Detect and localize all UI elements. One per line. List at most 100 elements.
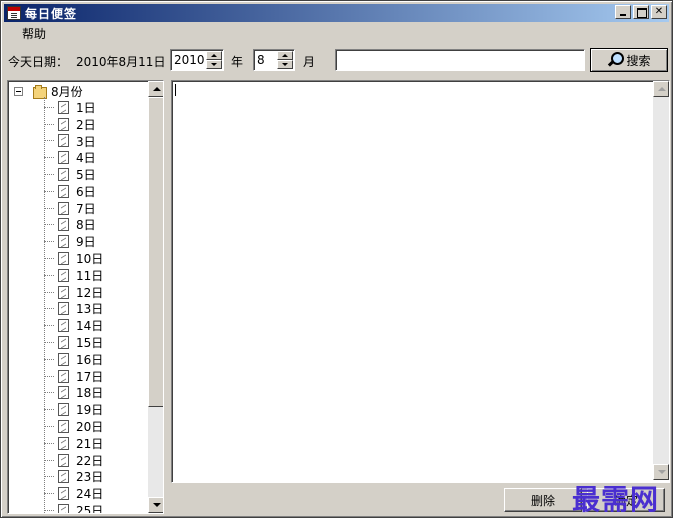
note-page-icon <box>58 235 69 249</box>
tree-branch-line <box>44 258 54 260</box>
tree-branch-line <box>44 510 54 512</box>
tree-item[interactable]: 5日 <box>8 166 148 183</box>
note-page-icon <box>58 117 69 131</box>
note-page-icon <box>58 319 69 333</box>
month-stepper-buttons <box>277 51 293 69</box>
tree-item[interactable]: 8日 <box>8 217 148 234</box>
note-page-icon <box>58 168 69 182</box>
note-page-icon <box>58 487 69 501</box>
month-stepper[interactable]: 8 <box>253 49 295 71</box>
month-label: 月 <box>303 55 316 69</box>
tree-item-label: 12日 <box>76 285 104 300</box>
tree-item-label: 2日 <box>76 117 96 132</box>
year-down-button[interactable] <box>206 60 222 69</box>
tree-item[interactable]: 13日 <box>8 301 148 318</box>
maximize-button[interactable] <box>633 5 649 19</box>
editor-scroll-up-button[interactable] <box>653 81 669 97</box>
month-up-button[interactable] <box>277 51 293 60</box>
tree-item-label: 23日 <box>76 470 104 485</box>
window-title: 每日便签 <box>25 6 78 21</box>
tree-branch-line <box>44 442 54 444</box>
tree-item[interactable]: 17日 <box>8 368 148 385</box>
tree-item[interactable]: 3日 <box>8 133 148 150</box>
tree-item[interactable]: 1日 <box>8 99 148 116</box>
note-page-icon <box>58 369 69 383</box>
tree-item[interactable]: 23日 <box>8 469 148 486</box>
tree-item[interactable]: 4日 <box>8 149 148 166</box>
menu-help[interactable]: 帮助 <box>4 23 54 44</box>
close-button[interactable]: ✕ <box>651 5 667 19</box>
tree-item[interactable]: 11日 <box>8 267 148 284</box>
note-page-icon <box>58 218 69 232</box>
year-value: 2010 <box>174 53 205 67</box>
tree-item[interactable]: 21日 <box>8 435 148 452</box>
title-bar[interactable]: 每日便签 ✕ <box>4 4 669 22</box>
tree-item[interactable]: 16日 <box>8 351 148 368</box>
note-page-icon <box>58 336 69 350</box>
tree-branch-line <box>44 224 54 226</box>
tree-item-label: 8日 <box>76 218 96 233</box>
toolbar: 今天日期： 2010年8月11日 2010 年 8 月 搜索 <box>4 47 669 73</box>
tree-item[interactable]: 2日 <box>8 116 148 133</box>
tree-item[interactable]: 7日 <box>8 200 148 217</box>
tree-branch-line <box>44 157 54 159</box>
note-page-icon <box>58 504 69 513</box>
tree-item[interactable]: 19日 <box>8 401 148 418</box>
note-page-icon <box>58 420 69 434</box>
note-page-icon <box>58 134 69 148</box>
tree-item[interactable]: 18日 <box>8 385 148 402</box>
tree-branch-line <box>44 106 54 108</box>
tree-branch-line <box>44 140 54 142</box>
tree-item-label: 18日 <box>76 386 104 401</box>
tree-item[interactable]: 9日 <box>8 233 148 250</box>
tree-root-label: 8月份 <box>51 84 83 99</box>
tree-item[interactable]: 24日 <box>8 485 148 502</box>
tree-scroll-thumb[interactable] <box>148 97 163 407</box>
search-icon <box>607 52 625 68</box>
tree-branch-line <box>44 174 54 176</box>
tree-item[interactable]: 25日 <box>8 502 148 513</box>
tree-item-label: 14日 <box>76 319 104 334</box>
tree-item[interactable]: 22日 <box>8 452 148 469</box>
tree-item[interactable]: 12日 <box>8 284 148 301</box>
tree-item-label: 11日 <box>76 268 104 283</box>
note-page-icon <box>58 184 69 198</box>
date-tree[interactable]: 8月份 1日 2日 3日 4日 5日 6日 7日 8日 9日 10日 11日 12日 13日 14日 15日… <box>7 80 164 514</box>
tree-item[interactable]: 20日 <box>8 418 148 435</box>
tree-item-label: 6日 <box>76 184 96 199</box>
delete-button[interactable]: 删除 <box>504 488 582 512</box>
tree-item[interactable]: 15日 <box>8 334 148 351</box>
note-page-icon <box>58 285 69 299</box>
search-button[interactable]: 搜索 <box>590 48 668 72</box>
tree-item[interactable]: 10日 <box>8 250 148 267</box>
note-page-icon <box>58 470 69 484</box>
main-window: 每日便签 ✕ 帮助 今天日期： 2010年8月11日 2010 年 8 月 搜索… <box>0 0 673 518</box>
tree-root-august[interactable]: 8月份 <box>14 83 83 99</box>
tree-branch-line <box>44 409 54 411</box>
tree-item[interactable]: 6日 <box>8 183 148 200</box>
note-editor[interactable] <box>171 80 670 483</box>
tree-item-label: 21日 <box>76 436 104 451</box>
search-input[interactable] <box>335 49 585 71</box>
tree-scrollbar[interactable] <box>148 81 163 513</box>
menu-bar: 帮助 <box>4 23 54 43</box>
minimize-button[interactable] <box>615 5 631 19</box>
tree-scroll-up-button[interactable] <box>148 81 163 97</box>
collapse-icon[interactable] <box>14 86 23 96</box>
tree-scroll-down-button[interactable] <box>148 497 163 513</box>
tree-item[interactable]: 14日 <box>8 317 148 334</box>
year-up-button[interactable] <box>206 51 222 60</box>
editor-scrollbar[interactable] <box>653 81 669 480</box>
tree-branch-line <box>44 493 54 495</box>
tree-branch-line <box>44 308 54 310</box>
note-page-icon <box>58 151 69 165</box>
tree-item-label: 15日 <box>76 336 104 351</box>
year-stepper[interactable]: 2010 <box>170 49 224 71</box>
year-stepper-buttons <box>206 51 222 69</box>
month-down-button[interactable] <box>277 60 293 69</box>
note-page-icon <box>58 252 69 266</box>
note-page-icon <box>58 453 69 467</box>
tree-branch-line <box>44 207 54 209</box>
today-label: 今天日期： <box>8 55 69 69</box>
tree-branch-line <box>44 325 54 327</box>
